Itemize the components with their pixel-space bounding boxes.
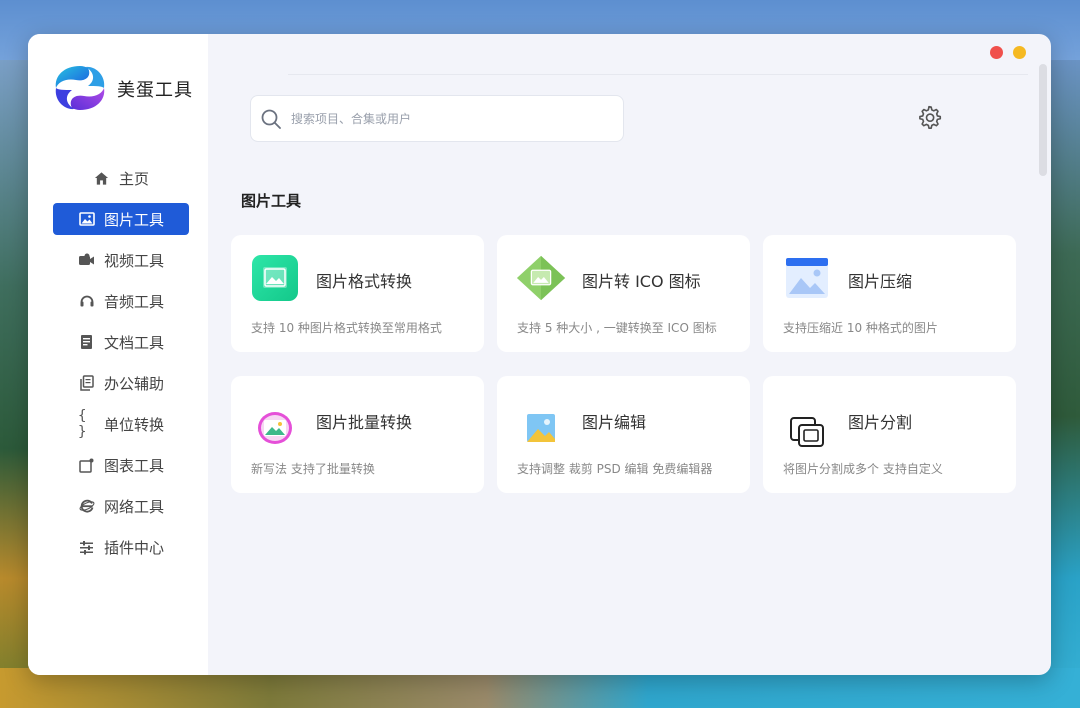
image-format-icon bbox=[249, 252, 301, 304]
minimize-button[interactable] bbox=[1013, 46, 1026, 59]
sidebar-item-audio-tools[interactable]: 音频工具 bbox=[53, 285, 189, 317]
card-description: 支持 10 种图片格式转换至常用格式 bbox=[251, 321, 442, 335]
clipboard-icon bbox=[78, 374, 96, 392]
sidebar-item-label: 图表工具 bbox=[103, 456, 164, 475]
search-box bbox=[250, 95, 624, 142]
sidebar-item-label: 网络工具 bbox=[103, 497, 164, 516]
card-description: 支持调整 裁剪 PSD 编辑 免费编辑器 bbox=[517, 462, 713, 476]
sidebar-item-office-assist[interactable]: 办公辅助 bbox=[53, 367, 189, 399]
sidebar-item-label: 办公辅助 bbox=[103, 374, 164, 393]
sidebar-nav: 主页 图片工具 视频工具 音频工具 文档工具 办公辅助 {} 单位转换 图表工… bbox=[53, 162, 189, 572]
document-icon bbox=[78, 333, 96, 351]
card-description: 新写法 支持了批量转换 bbox=[251, 462, 375, 476]
search-icon bbox=[261, 109, 281, 129]
image-icon bbox=[78, 210, 96, 228]
sidebar-item-document-tools[interactable]: 文档工具 bbox=[53, 326, 189, 358]
sidebar: 美蛋工具 主页 图片工具 视频工具 音频工具 文档工具 办公辅助 {} 单位转… bbox=[28, 34, 208, 675]
card-title: 图片转 ICO 图标 bbox=[582, 272, 701, 291]
card-title: 图片分割 bbox=[848, 413, 913, 432]
sidebar-item-image-tools[interactable]: 图片工具 bbox=[53, 203, 189, 235]
main-panel: 图片工具 图片格式转换 支持 10 种图片格式转换至常用格式 bbox=[208, 34, 1051, 675]
card-title: 图片压缩 bbox=[848, 272, 913, 291]
tool-card-ico-convert[interactable]: 图片转 ICO 图标 支持 5 种大小 , 一键转换至 ICO 图标 bbox=[497, 235, 750, 352]
image-split-icon bbox=[781, 406, 833, 458]
card-title: 图片格式转换 bbox=[316, 272, 413, 291]
sidebar-item-label: 单位转换 bbox=[103, 415, 164, 434]
sliders-icon bbox=[78, 538, 96, 556]
tool-card-image-compress[interactable]: 图片压缩 支持压缩近 10 种格式的图片 bbox=[763, 235, 1016, 352]
app-logo-icon bbox=[55, 66, 105, 110]
braces-icon: { } bbox=[77, 408, 87, 440]
vertical-scrollbar[interactable] bbox=[1039, 64, 1047, 176]
sidebar-item-label: 文档工具 bbox=[103, 333, 164, 352]
tool-card-batch-convert[interactable]: 图片批量转换 新写法 支持了批量转换 bbox=[231, 376, 484, 493]
sidebar-item-network-tools[interactable]: 网络工具 bbox=[53, 490, 189, 522]
tool-card-image-edit[interactable]: 图片编辑 支持调整 裁剪 PSD 编辑 免费编辑器 bbox=[497, 376, 750, 493]
sidebar-item-unit-convert[interactable]: { } 单位转换 bbox=[53, 408, 189, 440]
headphones-icon bbox=[78, 292, 96, 310]
image-edit-icon bbox=[515, 402, 567, 454]
sidebar-item-video-tools[interactable]: 视频工具 bbox=[53, 244, 189, 276]
card-title: 图片编辑 bbox=[582, 413, 647, 432]
sidebar-item-label: 插件中心 bbox=[103, 538, 164, 557]
tool-card-image-format[interactable]: 图片格式转换 支持 10 种图片格式转换至常用格式 bbox=[231, 235, 484, 352]
card-description: 支持压缩近 10 种格式的图片 bbox=[783, 321, 938, 335]
close-button[interactable] bbox=[990, 46, 1003, 59]
sidebar-item-chart-tools[interactable]: 图表工具 bbox=[53, 449, 189, 481]
tool-card-image-split[interactable]: 图片分割 将图片分割成多个 支持自定义 bbox=[763, 376, 1016, 493]
sidebar-item-label: 音频工具 bbox=[103, 292, 164, 311]
image-compress-icon bbox=[781, 252, 833, 304]
section-title: 图片工具 bbox=[241, 192, 302, 210]
sidebar-item-label: 视频工具 bbox=[103, 251, 164, 270]
card-description: 支持 5 种大小 , 一键转换至 ICO 图标 bbox=[517, 321, 717, 335]
search-input[interactable] bbox=[289, 110, 593, 127]
title-bar-divider bbox=[288, 74, 1028, 75]
sidebar-item-label: 图片工具 bbox=[103, 210, 164, 229]
app-window: 美蛋工具 主页 图片工具 视频工具 音频工具 文档工具 办公辅助 {} 单位转… bbox=[28, 34, 1051, 675]
home-icon bbox=[93, 169, 111, 187]
app-title: 美蛋工具 bbox=[117, 80, 193, 101]
sidebar-item-home[interactable]: 主页 bbox=[53, 162, 189, 194]
browser-icon bbox=[78, 497, 96, 515]
sidebar-item-label: 主页 bbox=[118, 169, 149, 188]
video-icon bbox=[78, 251, 96, 269]
sidebar-item-plugin-center[interactable]: 插件中心 bbox=[53, 531, 189, 563]
settings-gear-icon[interactable] bbox=[916, 104, 942, 130]
card-title: 图片批量转换 bbox=[316, 413, 413, 432]
batch-convert-icon bbox=[249, 402, 301, 454]
chart-icon bbox=[78, 456, 96, 474]
card-description: 将图片分割成多个 支持自定义 bbox=[783, 462, 943, 476]
ico-convert-icon bbox=[515, 252, 567, 304]
